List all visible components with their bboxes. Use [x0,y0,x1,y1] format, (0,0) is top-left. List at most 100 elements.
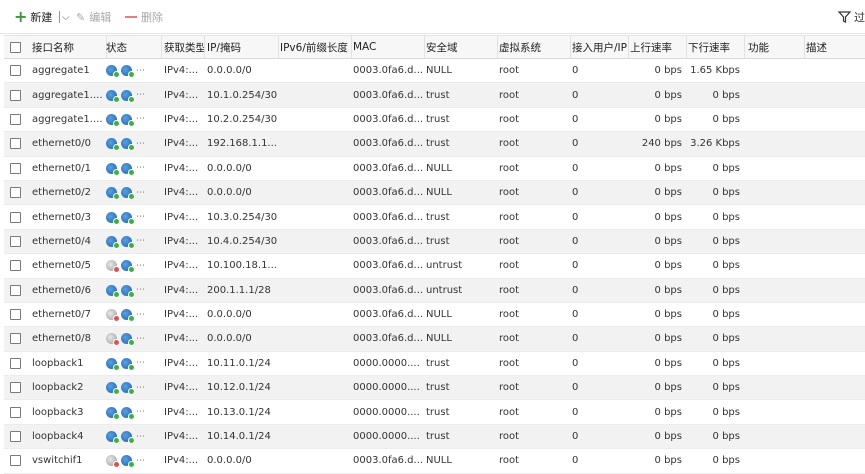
new-dropdown-toggle[interactable]: ⌵ [58,9,70,25]
row-checkbox[interactable] [10,352,24,375]
mac-address: 0003.0fa6.d... [353,333,424,345]
admin-status-globe-icon [106,284,120,298]
admin-status-globe-icon [106,406,120,420]
row-checkbox[interactable] [10,376,24,399]
access-users: 0 [572,431,579,443]
interface-name[interactable]: ethernet0/3 [28,205,106,228]
ipv6-prefix [276,376,351,399]
mac-address: 0003.0fa6.d... [353,187,424,199]
security-zone: NULL [426,333,452,345]
table-row[interactable]: ethernet0/7 ⋯ IPv4:... 0.0.0.0/0 0003.0fa6.d… [4,303,865,328]
select-all-checkbox[interactable] [10,36,24,58]
upstream-rate: 0 bps [654,235,682,247]
interface-name[interactable]: loopback4 [28,425,106,448]
security-zone: NULL [426,162,452,174]
acquire-type: IPv4:... [164,65,199,77]
interface-name[interactable]: ethernet0/5 [28,254,106,277]
column-header-type[interactable]: 获取类型 [161,36,205,58]
column-header-upstream[interactable]: 上行速率 [626,36,687,58]
interface-name[interactable]: ethernet0/1 [28,157,106,180]
row-checkbox[interactable] [10,132,24,155]
function-cell [744,157,804,180]
description-cell [802,425,865,448]
row-checkbox[interactable] [10,400,24,423]
table-row[interactable]: ethernet0/8 ⋯ IPv4:... 0.0.0.0/0 0003.0fa6.d… [4,327,865,352]
table-row[interactable]: loopback4 ⋯ IPv4:... 10.14.0.1/24 0000.0000.… [4,424,865,450]
table-row[interactable]: ethernet0/6 ⋯ IPv4:... 200.1.1.1/28 0003.0fa… [4,278,865,303]
column-header-downstream[interactable]: 下行速率 [684,36,745,58]
edit-button[interactable]: ✎ 编辑 [76,9,111,25]
table-row[interactable]: ethernet0/3 ⋯ IPv4:... 10.3.0.254/30 0003.0f… [4,205,865,230]
link-status-globe-icon [121,455,135,469]
interface-name[interactable]: vswitchif1 [28,449,106,472]
interface-name[interactable]: aggregate1.... [28,108,106,131]
column-header-mac[interactable]: MAC [349,36,425,58]
table-row[interactable]: vswitchif1 ⋯ IPv4:... 0.0.0.0/0 0003.0fa6.d.… [4,449,865,474]
more-status-icon: ⋯ [136,358,145,369]
interface-name[interactable]: ethernet0/6 [28,279,106,302]
row-checkbox[interactable] [10,449,24,472]
delete-button[interactable]: 删除 [125,9,163,25]
ipv6-prefix [276,327,351,350]
mac-address: 0003.0fa6.d... [353,89,424,101]
downstream-rate: 0 bps [712,113,740,125]
row-checkbox[interactable] [10,279,24,302]
row-checkbox[interactable] [10,181,24,204]
interface-name[interactable]: ethernet0/8 [28,327,106,350]
table-row[interactable]: aggregate1.... ⋯ IPv4:... 10.1.0.254/30 0003… [4,83,865,108]
table-row[interactable]: ethernet0/2 ⋯ IPv4:... 0.0.0.0/0 0003.0fa6.d… [4,180,865,206]
interface-name[interactable]: loopback2 [28,376,106,399]
table-row[interactable]: loopback2 ⋯ IPv4:... 10.12.0.1/24 0000.0000.… [4,376,865,401]
table-row[interactable]: aggregate1.... ⋯ IPv4:... 10.2.0.254/30 0003… [4,108,865,133]
admin-status-globe-icon [106,333,120,347]
column-header-status[interactable]: 状态 [104,36,162,58]
row-checkbox[interactable] [10,205,24,228]
interface-name[interactable]: aggregate1 [28,59,106,82]
row-checkbox[interactable] [10,83,24,106]
column-header-users[interactable]: 接入用户/IP [568,36,629,58]
table-row[interactable]: loopback3 ⋯ IPv4:... 10.13.0.1/24 0000.0000.… [4,400,865,425]
table-row[interactable]: aggregate1 ⋯ IPv4:... 0.0.0.0/0 0003.0fa6.d.… [4,59,865,84]
row-checkbox[interactable] [10,327,24,350]
table-row[interactable]: loopback1 ⋯ IPv4:... 10.11.0.1/24 0000.0000.… [4,352,865,377]
column-header-ip[interactable]: IP/掩码 [203,36,279,58]
access-users: 0 [572,113,579,125]
interface-name[interactable]: ethernet0/4 [28,230,106,253]
downstream-rate: 0 bps [712,309,740,321]
table-row[interactable]: ethernet0/0 ⋯ IPv4:... 192.168.1.1.... 0003.… [4,132,865,157]
table-row[interactable]: ethernet0/1 ⋯ IPv4:... 0.0.0.0/0 0003.0fa6.d… [4,157,865,181]
row-checkbox[interactable] [10,230,24,253]
interface-name[interactable]: aggregate1.... [28,83,106,106]
row-checkbox[interactable] [10,425,24,448]
column-header-zone[interactable]: 安全域 [422,36,498,58]
row-checkbox[interactable] [10,254,24,277]
column-header-function[interactable]: 功能 [744,36,805,58]
row-checkbox[interactable] [10,157,24,180]
admin-status-globe-icon [106,235,120,249]
new-button[interactable]: + 新建 [14,9,52,25]
column-header-name[interactable]: 接口名称 [28,36,107,58]
checkbox-box [10,113,21,125]
admin-status-globe-icon [106,162,120,176]
table-row[interactable]: ethernet0/4 ⋯ IPv4:... 10.4.0.254/30 0003.0f… [4,229,865,255]
ip-mask: 10.4.0.254/30 [207,235,278,247]
link-status-globe-icon [121,65,135,79]
ip-mask: 0.0.0.0/0 [207,187,252,199]
checkbox-box [10,382,21,394]
column-header-ipv6[interactable]: IPv6/前缀长度 [276,36,352,58]
table-row[interactable]: ethernet0/5 ⋯ IPv4:... 10.100.18.1.... 0003.… [4,254,865,279]
row-checkbox[interactable] [10,59,24,82]
ip-mask: 10.1.0.254/30 [207,89,278,101]
acquire-type: IPv4:... [164,138,199,150]
interface-name[interactable]: loopback3 [28,400,106,423]
interface-name[interactable]: loopback1 [28,352,106,375]
mac-address: 0003.0fa6.d... [353,211,424,223]
interface-name[interactable]: ethernet0/7 [28,303,106,326]
column-header-vsys[interactable]: 虚拟系统 [495,36,571,58]
interface-name[interactable]: ethernet0/0 [28,132,106,155]
column-header-description[interactable]: 描述 [802,36,865,58]
row-checkbox[interactable] [10,303,24,326]
row-checkbox[interactable] [10,108,24,131]
filter-button[interactable]: 过 [838,9,865,25]
interface-name[interactable]: ethernet0/2 [28,181,106,204]
